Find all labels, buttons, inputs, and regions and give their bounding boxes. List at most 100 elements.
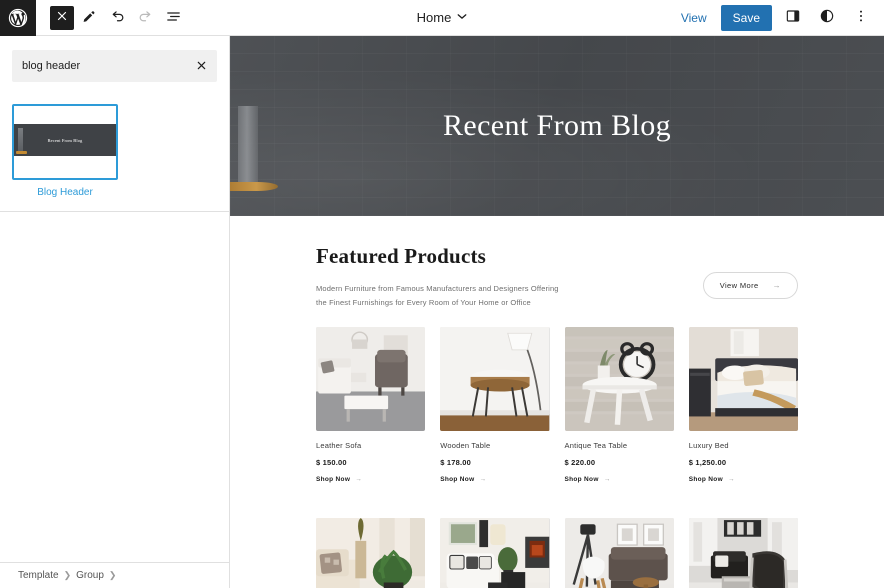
featured-products-title: Featured Products bbox=[316, 244, 487, 268]
featured-header: Featured Products Modern Furniture from … bbox=[316, 244, 798, 310]
shop-now-link[interactable]: Shop Now → bbox=[565, 476, 674, 483]
more-options-button[interactable] bbox=[848, 5, 874, 31]
pattern-thumbnail-lamp-shape bbox=[18, 128, 23, 152]
undo-arrow-icon bbox=[109, 8, 126, 28]
pencil-icon bbox=[81, 8, 97, 27]
wordpress-logo-icon bbox=[7, 7, 29, 29]
close-x-icon bbox=[196, 59, 207, 74]
chevron-right-icon: ❯ bbox=[63, 570, 72, 580]
shop-now-label: Shop Now bbox=[440, 475, 475, 483]
shop-now-link[interactable]: Shop Now → bbox=[440, 476, 549, 483]
arrow-right-icon: → bbox=[479, 475, 487, 483]
product-name: Wooden Table bbox=[440, 440, 491, 450]
view-site-link[interactable]: View bbox=[675, 7, 713, 29]
hero-banner-block[interactable]: Recent From Blog bbox=[230, 36, 884, 216]
redo-arrow-icon bbox=[137, 8, 154, 28]
pattern-thumbnail-text: Recent From Blog bbox=[47, 137, 83, 143]
shop-now-link[interactable]: Shop Now → bbox=[689, 476, 798, 483]
hero-title: Recent From Blog bbox=[442, 109, 672, 142]
pattern-thumbnail[interactable]: Recent From Blog bbox=[12, 104, 118, 180]
edit-tool-button[interactable] bbox=[76, 5, 102, 31]
wooden-table-image bbox=[440, 326, 550, 431]
shop-now-link[interactable]: Shop Now → bbox=[316, 476, 425, 483]
black-leather-chairs-image bbox=[688, 517, 798, 588]
arrow-right-icon: → bbox=[355, 475, 362, 483]
three-dots-vertical-icon bbox=[853, 8, 869, 27]
featured-products-section: Featured Products Modern Furniture from … bbox=[230, 216, 884, 588]
chevron-down-icon bbox=[457, 13, 467, 22]
view-more-button[interactable]: View More → bbox=[702, 272, 798, 299]
product-name: Luxury Bed bbox=[688, 440, 729, 450]
shop-now-label: Shop Now bbox=[316, 475, 351, 483]
beige-sofa-plant-image bbox=[316, 517, 426, 588]
product-card[interactable] bbox=[564, 517, 674, 588]
product-name: Antique Tea Table bbox=[564, 440, 628, 450]
antique-tea-table-image bbox=[564, 326, 674, 431]
product-price: $ 220.00 bbox=[564, 457, 596, 467]
product-price: $ 150.00 bbox=[316, 457, 347, 467]
product-card[interactable]: Leather Sofa $ 150.00 Shop Now → bbox=[316, 326, 426, 483]
featured-header-text: Featured Products Modern Furniture from … bbox=[316, 244, 559, 310]
close-block-inserter-button[interactable] bbox=[50, 5, 74, 30]
product-card[interactable]: Wooden Table $ 178.00 Shop Now → bbox=[440, 326, 550, 483]
header-toolbar bbox=[36, 5, 186, 31]
product-price: $ 1,250.00 bbox=[688, 457, 727, 467]
description-line-1: Modern Furniture from Famous Manufacture… bbox=[316, 284, 559, 293]
search-input[interactable] bbox=[12, 50, 217, 82]
editor-body: Recent From Blog Blog Header Template ❯ … bbox=[0, 36, 884, 588]
grid-row-gap bbox=[316, 483, 798, 501]
sidebar-panel-icon bbox=[785, 8, 801, 27]
shop-now-label: Shop Now bbox=[564, 475, 599, 483]
pattern-item-label: Blog Header bbox=[37, 187, 93, 198]
undo-tool-button[interactable] bbox=[104, 5, 130, 31]
shop-now-label: Shop Now bbox=[688, 475, 723, 483]
redo-tool-button[interactable] bbox=[132, 5, 158, 31]
header-actions: View Save bbox=[675, 4, 884, 31]
pattern-thumbnail-lamp-base-shape bbox=[16, 151, 27, 154]
breadcrumb-item-group[interactable]: Group bbox=[76, 570, 104, 581]
save-button[interactable]: Save bbox=[720, 4, 772, 31]
product-grid-row-2 bbox=[316, 517, 798, 588]
list-view-tool-button[interactable] bbox=[160, 5, 186, 31]
luxury-bed-image bbox=[688, 326, 798, 431]
pattern-thumbnail-banner: Recent From Blog bbox=[14, 124, 116, 156]
white-chair-tripod-lamp-image bbox=[564, 517, 674, 588]
contrast-circle-icon bbox=[819, 8, 835, 27]
editor-canvas[interactable]: Recent From Blog Featured Products Moder… bbox=[230, 36, 884, 588]
sidebar-empty-space bbox=[0, 212, 229, 562]
list-view-icon bbox=[165, 8, 182, 28]
chevron-right-icon: ❯ bbox=[108, 570, 117, 580]
arrow-right-icon: → bbox=[603, 475, 611, 483]
product-price: $ 178.00 bbox=[440, 457, 472, 467]
editor-header: Home View Save bbox=[0, 0, 884, 36]
featured-products-description: Modern Furniture from Famous Manufacture… bbox=[316, 282, 559, 310]
view-more-label: View More bbox=[719, 281, 759, 290]
product-card[interactable] bbox=[440, 517, 550, 588]
breadcrumb: Template ❯ Group ❯ bbox=[0, 562, 229, 588]
block-inserter-sidebar: Recent From Blog Blog Header Template ❯ … bbox=[0, 36, 230, 588]
close-x-icon bbox=[56, 10, 68, 25]
wordpress-site-editor: Home View Save blog header Recent From B… bbox=[0, 0, 884, 588]
wordpress-logo-button[interactable] bbox=[0, 0, 36, 36]
white-sofa-fireplace-image bbox=[440, 517, 550, 588]
search-area bbox=[0, 36, 229, 90]
arrow-right-icon: → bbox=[727, 475, 735, 483]
product-card[interactable]: Luxury Bed $ 1,250.00 Shop Now → bbox=[688, 326, 798, 483]
breadcrumb-item-template[interactable]: Template bbox=[18, 570, 59, 581]
pattern-results-area: Recent From Blog Blog Header bbox=[0, 90, 229, 212]
settings-sidebar-toggle-button[interactable] bbox=[780, 5, 806, 31]
product-card[interactable] bbox=[688, 517, 798, 588]
search-field[interactable] bbox=[12, 50, 217, 82]
product-card[interactable] bbox=[316, 517, 426, 588]
product-card[interactable]: Antique Tea Table $ 220.00 Shop Now → bbox=[564, 326, 674, 483]
arrow-right-icon: → bbox=[772, 281, 781, 290]
document-title-label: Home bbox=[416, 10, 452, 25]
pattern-item-blog-header[interactable]: Recent From Blog Blog Header bbox=[12, 104, 118, 199]
description-line-2: the Finest Furnishings for Every Room of… bbox=[316, 297, 531, 307]
product-name: Leather Sofa bbox=[316, 440, 362, 450]
search-clear-button[interactable] bbox=[191, 56, 211, 76]
leather-sofa-image bbox=[316, 326, 426, 431]
styles-button[interactable] bbox=[814, 5, 840, 31]
product-grid-row-1: Leather Sofa $ 150.00 Shop Now → Wooden … bbox=[316, 326, 798, 483]
document-title-button[interactable]: Home bbox=[409, 6, 476, 29]
